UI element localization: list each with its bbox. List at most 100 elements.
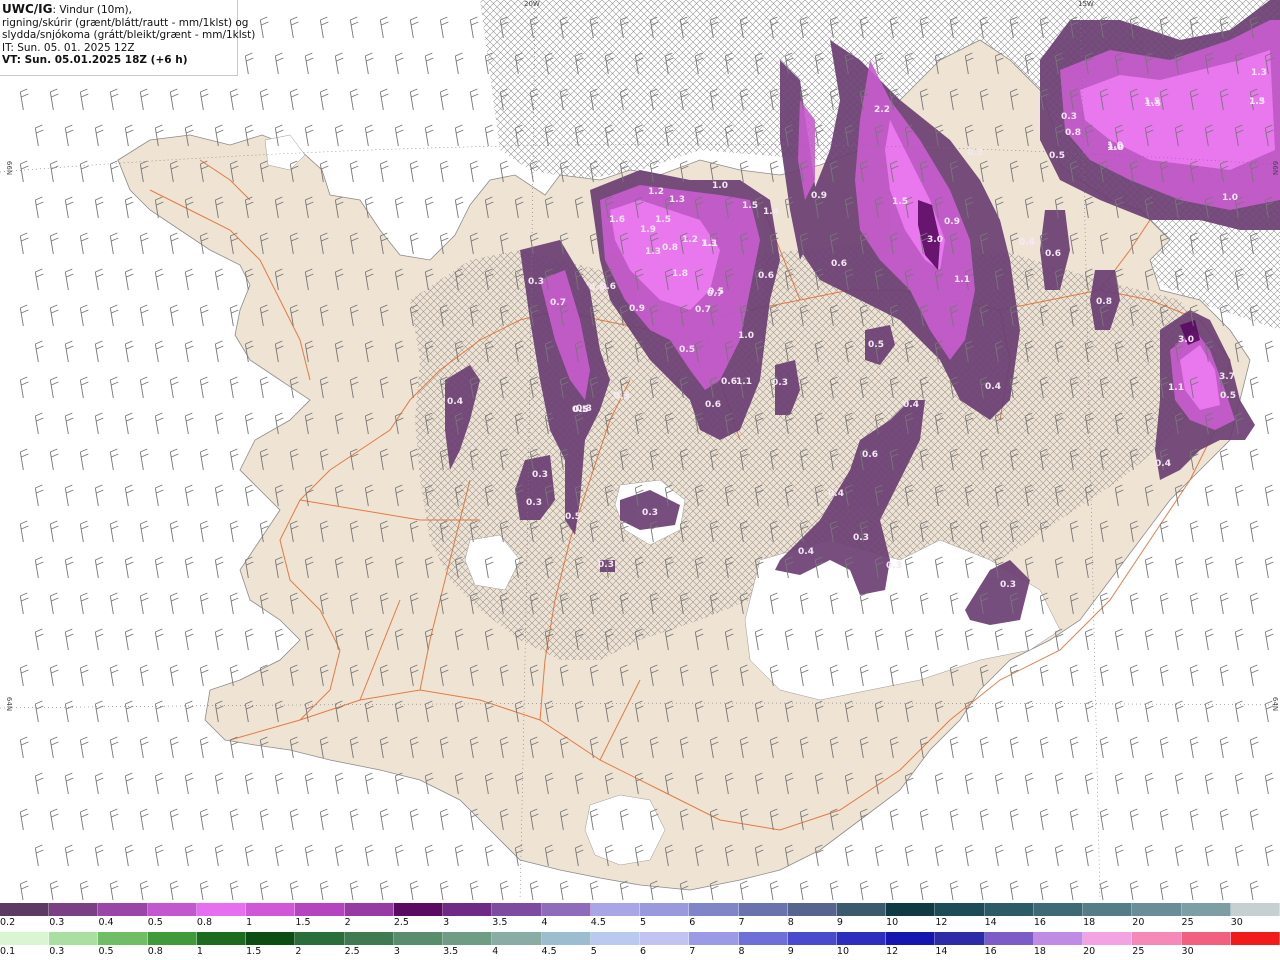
- precip-value-label: 0.4: [798, 547, 814, 557]
- legend-swatch: [1230, 903, 1280, 916]
- legend-label: 30: [1181, 946, 1194, 957]
- legend-swatch: [49, 903, 99, 916]
- precip-value-label: 0.3: [576, 404, 592, 414]
- precip-value-label: 0.9: [811, 191, 827, 201]
- legend-swatch: [886, 903, 936, 916]
- precip-value-label: 0.6: [862, 450, 878, 460]
- precip-value-label: 1.0: [712, 181, 728, 191]
- legend-swatch: [1083, 932, 1133, 945]
- precip-value-label: 0.3: [598, 560, 614, 570]
- legend-swatch: [541, 903, 591, 916]
- precip-value-label: 1.6: [609, 215, 625, 225]
- legend-swatch: [393, 932, 444, 945]
- legend-swatch: [590, 903, 641, 916]
- legend-label: 5: [590, 946, 597, 957]
- legend-label: 25: [1132, 946, 1145, 957]
- legend-label: 9: [836, 917, 843, 928]
- precip-value-label: 1.0: [738, 331, 754, 341]
- legend-swatch: [836, 932, 887, 945]
- lat-label-64n-right: 64N: [1271, 696, 1280, 712]
- legend-swatch: [738, 932, 788, 945]
- precip-value-label: 1.5: [1249, 97, 1265, 107]
- legend-swatch: [836, 903, 887, 916]
- legend-label: 0.1: [0, 946, 16, 957]
- legend-swatch: [295, 932, 345, 945]
- legend-swatch: [787, 932, 837, 945]
- legend-rain-colorbar: [0, 932, 1280, 945]
- legend-label: 10: [886, 917, 899, 928]
- legend-label: 12: [886, 946, 899, 957]
- legend-label: 14: [984, 917, 997, 928]
- legend-swatch: [640, 932, 690, 945]
- precip-value-label: 1.9: [640, 225, 656, 235]
- legend-label: 8: [787, 917, 794, 928]
- legend-swatch: [689, 903, 739, 916]
- precip-value-label: 0.5: [868, 340, 884, 350]
- legend-swatch: [1033, 903, 1084, 916]
- precip-value-label: 1.1: [954, 275, 970, 285]
- legend-label: 30: [1230, 917, 1243, 928]
- legend-label: 6: [640, 946, 647, 957]
- legend-label: 12: [935, 917, 948, 928]
- precip-value-label: 0.4: [1155, 459, 1171, 469]
- precip-value-label: 0.8: [1065, 128, 1081, 138]
- precip-value-label: 1.2: [648, 187, 664, 197]
- legend-label: 0.5: [98, 946, 114, 957]
- legend-swatch: [984, 932, 1034, 945]
- legend-swatch: [49, 932, 99, 945]
- legend-label: 2.5: [344, 946, 360, 957]
- lat-label-66n-left: 66N: [5, 160, 14, 176]
- precip-value-label: 0.6: [1045, 249, 1061, 259]
- precip-value-label: 0.5: [708, 287, 724, 297]
- legend-swatch: [196, 932, 247, 945]
- legend-label: 20: [1132, 917, 1145, 928]
- map-header: UWC/IG: Vindur (10m), rigning/skúrir (gr…: [0, 0, 255, 76]
- precip-value-label: 0.3: [1000, 580, 1016, 590]
- precip-value-label: 1.8: [672, 269, 688, 279]
- legend-swatch: [541, 932, 591, 945]
- legend-swatch: [0, 903, 50, 916]
- precip-value-label: 1.4: [763, 207, 779, 217]
- header-line-2: rigning/skúrir (grænt/blátt/rautt - mm/1…: [2, 16, 249, 29]
- lon-label-20w: 20W: [524, 0, 540, 8]
- legend-label: 4: [492, 946, 499, 957]
- precip-value-label: 0.7: [550, 298, 566, 308]
- legend-label: 14: [935, 946, 948, 957]
- precip-value-label: 0.6: [1019, 238, 1035, 248]
- legend-label: 2.5: [393, 917, 409, 928]
- precip-value-label: 1.1: [1168, 383, 1184, 393]
- header-title-rest: : Vindur (10m),: [52, 4, 132, 16]
- precip-value-label: 3.0: [1178, 335, 1194, 345]
- precip-value-label: 0.3: [528, 277, 544, 287]
- precip-value-label: 0.3: [526, 498, 542, 508]
- legend-swatch: [984, 903, 1034, 916]
- legend-swatch: [492, 932, 542, 945]
- precip-value-label: 0.9: [944, 217, 960, 227]
- legend-label: 25: [1181, 917, 1194, 928]
- precip-value-label: 0.3: [853, 533, 869, 543]
- legend-swatch: [886, 932, 936, 945]
- precip-value-label: 0.3: [614, 392, 630, 402]
- legend-label: 0.4: [98, 917, 114, 928]
- legend-label: 0.5: [147, 917, 163, 928]
- legend-swatch: [1083, 903, 1133, 916]
- legend-swatch: [344, 932, 394, 945]
- precip-value-label: 3.0: [927, 235, 943, 245]
- precip-value-label: 0.8: [1096, 297, 1112, 307]
- legend-label: 0.8: [147, 946, 163, 957]
- lon-label-15w: 15W: [1078, 0, 1094, 8]
- legend-swatch: [443, 932, 493, 945]
- legend-swatch: [590, 932, 641, 945]
- precip-value-label: 0.3: [532, 470, 548, 480]
- legend-label: 1: [246, 917, 253, 928]
- legend-swatch: [640, 903, 690, 916]
- legend-label: 2: [295, 946, 302, 957]
- legend-label: 16: [1033, 917, 1046, 928]
- legend-label: 4.5: [590, 917, 606, 928]
- legend-swatch: [1033, 932, 1084, 945]
- legend-swatch: [0, 932, 50, 945]
- legend-swatch: [98, 932, 148, 945]
- legend-label: 7: [689, 946, 696, 957]
- legend-label: 5: [640, 917, 647, 928]
- precip-value-label: 1.3: [669, 195, 685, 205]
